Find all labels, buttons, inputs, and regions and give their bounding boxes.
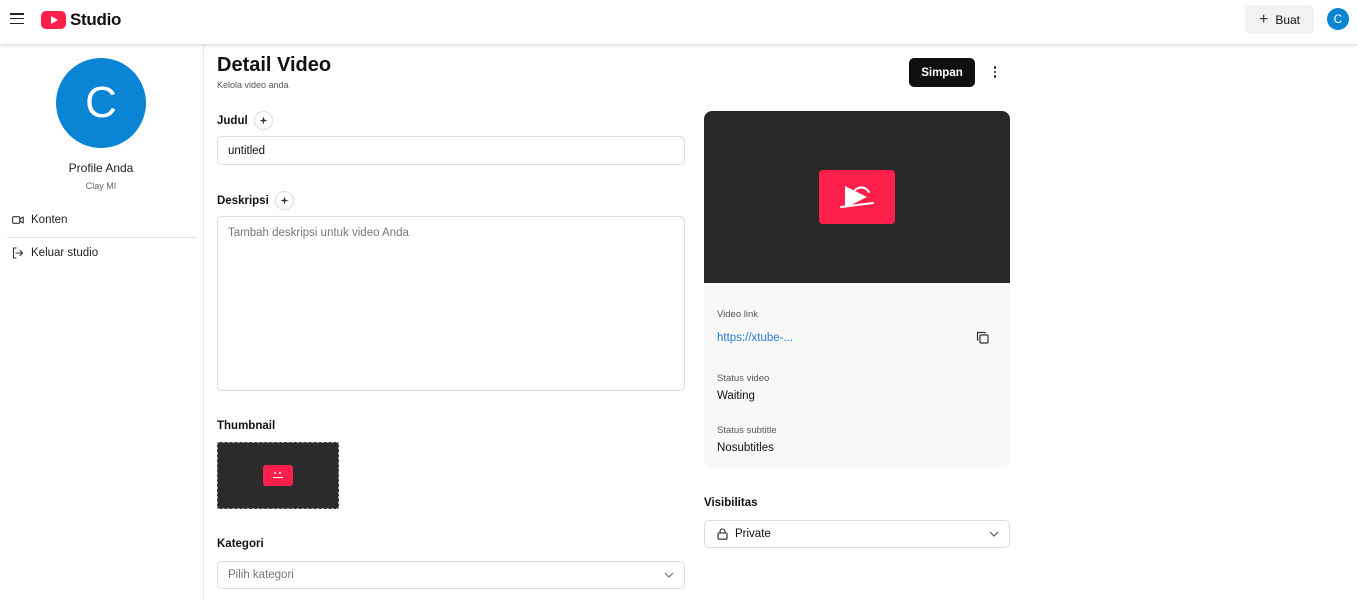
page-title: Detail Video [217, 54, 332, 76]
description-textarea[interactable] [217, 216, 685, 391]
sidebar-item-label: Keluar studio [31, 247, 99, 259]
video-status-value: Waiting [717, 390, 755, 402]
sparkle-icon [280, 196, 289, 205]
thumbnail-upload[interactable] [217, 442, 339, 509]
ai-sparkle-icon[interactable] [274, 191, 294, 210]
create-button[interactable]: + Buat [1245, 5, 1314, 34]
play-logo-icon [41, 11, 66, 29]
chevron-down-icon [989, 531, 999, 537]
visibility-label: Visibilitas [704, 497, 758, 509]
copy-icon[interactable] [976, 331, 990, 345]
more-options-icon[interactable] [989, 64, 1001, 80]
page-subtitle: Kelola video anda [217, 80, 289, 90]
menu-icon[interactable] [10, 13, 24, 25]
create-button-label: Buat [1275, 12, 1301, 27]
ai-sparkle-icon[interactable] [253, 111, 273, 130]
sparkle-icon [259, 116, 268, 125]
title-input[interactable] [217, 136, 685, 165]
profile-channel-name: Clay MI [85, 181, 117, 191]
video-player-icon [819, 170, 895, 224]
visibility-select[interactable]: Private [704, 520, 1010, 548]
account-avatar[interactable]: C [1327, 8, 1349, 30]
subtitle-status-label: Status subtitle [717, 425, 777, 436]
visibility-value: Private [735, 528, 771, 540]
save-button[interactable]: Simpan [909, 58, 975, 87]
top-bar: Studio + Buat C [0, 0, 1358, 44]
title-field-label: Judul [217, 111, 273, 130]
thumbnail-placeholder-icon [263, 465, 293, 486]
description-label-text: Deskripsi [217, 194, 269, 207]
profile-avatar: C [56, 58, 146, 148]
video-info-card: Video link https://xtube-... Status vide… [704, 111, 1010, 468]
sidebar-divider [7, 237, 196, 238]
description-field-label: Deskripsi [217, 191, 294, 210]
video-status-label: Status video [717, 373, 770, 384]
sidebar: C Profile Anda Clay MI Konten Keluar stu… [0, 44, 204, 600]
video-link-label: Video link [717, 309, 759, 320]
category-select[interactable]: Pilih kategori [217, 561, 685, 589]
category-placeholder: Pilih kategori [228, 569, 294, 581]
sidebar-item-konten[interactable]: Konten [12, 214, 67, 226]
profile-name: Profile Anda [68, 161, 134, 175]
video-link[interactable]: https://xtube-... [717, 332, 793, 344]
chevron-down-icon [664, 572, 674, 578]
lock-icon [717, 528, 728, 540]
plus-icon: + [1258, 10, 1269, 28]
subtitle-status-value: Nosubtitles [717, 442, 774, 454]
video-camera-icon [12, 216, 24, 224]
sidebar-item-label: Konten [31, 214, 68, 226]
title-label-text: Judul [217, 114, 248, 127]
sidebar-item-keluar-studio[interactable]: Keluar studio [12, 247, 98, 259]
logout-icon [12, 247, 24, 259]
studio-logo[interactable]: Studio [41, 10, 121, 30]
category-label: Kategori [217, 538, 264, 550]
app-name: Studio [70, 10, 122, 29]
video-preview[interactable] [704, 111, 1010, 283]
thumbnail-label: Thumbnail [217, 420, 276, 432]
